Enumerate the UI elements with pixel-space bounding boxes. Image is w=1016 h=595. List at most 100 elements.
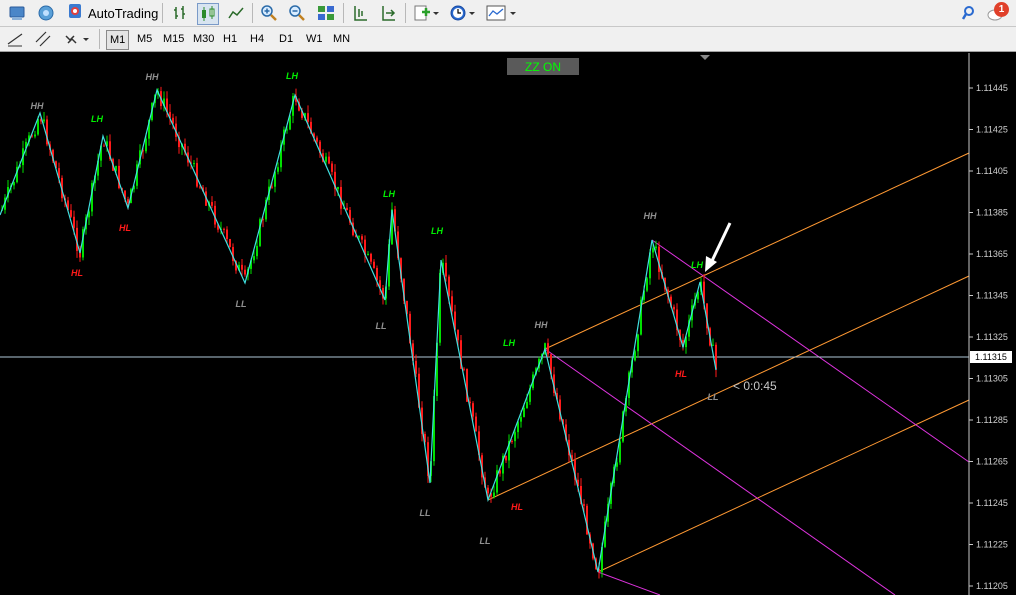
candle-body bbox=[526, 401, 528, 408]
candle-body bbox=[646, 278, 648, 291]
zoom-in-icon[interactable] bbox=[259, 3, 279, 23]
timeframe-m15[interactable]: M15 bbox=[160, 30, 187, 48]
swing-label-ll: LL bbox=[708, 392, 719, 402]
price-chart[interactable]: HH HL LH HL HH LL LH LL LH LH LL LL HL LH HH HH LH HL LL < … bbox=[0, 53, 1016, 595]
annotation-arrow-head bbox=[705, 256, 717, 272]
line-tool-icon[interactable] bbox=[5, 29, 25, 49]
swing-label-ll: LL bbox=[376, 321, 387, 331]
channel-line bbox=[597, 571, 661, 595]
candle-body bbox=[712, 344, 714, 346]
swing-label-ll: LL bbox=[480, 536, 491, 546]
candle-body bbox=[256, 245, 258, 257]
price-tick-label: 1.11385 bbox=[976, 208, 1008, 218]
timeframe-w1[interactable]: W1 bbox=[303, 30, 326, 48]
candlestick-icon[interactable] bbox=[197, 3, 219, 25]
zz-toggle-button[interactable]: ZZ ON bbox=[507, 58, 579, 75]
candle-body bbox=[328, 156, 330, 164]
autoscroll-icon[interactable] bbox=[378, 3, 398, 23]
candle-body bbox=[226, 229, 228, 240]
timeframe-h1[interactable]: H1 bbox=[220, 30, 240, 48]
candle-body bbox=[451, 296, 453, 312]
clock-icon[interactable] bbox=[448, 3, 478, 23]
templates-icon[interactable] bbox=[485, 3, 519, 23]
price-tick-label: 1.11305 bbox=[976, 374, 1008, 384]
profiles-icon[interactable] bbox=[7, 3, 27, 23]
timeframe-toolbar: M1 M5 M15 M30 H1 H4 D1 W1 MN bbox=[0, 27, 1016, 52]
candle-body bbox=[514, 432, 516, 442]
channel-tool-icon[interactable] bbox=[33, 29, 53, 49]
price-tick-label: 1.11205 bbox=[976, 581, 1008, 591]
swing-label-hl: HL bbox=[119, 223, 131, 233]
swing-label-lh: LH bbox=[383, 189, 395, 199]
candle-body bbox=[673, 306, 675, 310]
search-icon[interactable] bbox=[960, 3, 980, 23]
candle-body bbox=[493, 492, 495, 497]
chart-shift-marker bbox=[700, 55, 710, 60]
candle-body bbox=[43, 119, 45, 122]
swing-label-hh: HH bbox=[146, 72, 159, 82]
candle-body bbox=[211, 202, 213, 206]
price-tick-label: 1.11425 bbox=[976, 125, 1008, 135]
swing-label-ll: LL bbox=[420, 508, 431, 518]
swing-label-lh: LH bbox=[431, 226, 443, 236]
candle-body bbox=[145, 138, 147, 152]
candle-body bbox=[244, 269, 246, 275]
candle-body bbox=[307, 113, 309, 122]
candle-body bbox=[193, 163, 195, 165]
candle-body bbox=[547, 343, 549, 355]
candle-body bbox=[523, 407, 525, 418]
annotation-arrow bbox=[709, 222, 732, 264]
candle-body bbox=[505, 455, 507, 461]
candlesticks bbox=[1, 86, 717, 579]
candle-body bbox=[70, 210, 72, 217]
candle-body bbox=[346, 207, 348, 211]
channel-line bbox=[544, 152, 970, 350]
candle-body bbox=[520, 417, 522, 422]
candle-body bbox=[367, 253, 369, 256]
candle-body bbox=[370, 253, 372, 262]
timeframe-m5[interactable]: M5 bbox=[134, 30, 155, 48]
candle-body bbox=[277, 167, 279, 172]
arrows-icon[interactable] bbox=[62, 29, 92, 49]
notification-badge[interactable]: 1 bbox=[994, 2, 1009, 17]
autotrading-label: AutoTrading bbox=[88, 5, 159, 21]
candle-body bbox=[337, 186, 339, 190]
candle-body bbox=[583, 504, 585, 506]
zoom-out-icon[interactable] bbox=[287, 3, 307, 23]
timeframe-mn[interactable]: MN bbox=[330, 30, 353, 48]
candle-body bbox=[472, 403, 474, 417]
price-tick-label: 1.11225 bbox=[976, 540, 1008, 550]
timeframe-m30[interactable]: M30 bbox=[190, 30, 217, 48]
signal-icon[interactable] bbox=[36, 3, 56, 23]
candle-body bbox=[655, 246, 657, 249]
swing-label-hh: HH bbox=[535, 320, 548, 330]
current-price-label: 1.11315 bbox=[975, 352, 1007, 362]
candle-body bbox=[373, 261, 375, 268]
candle-body bbox=[475, 416, 477, 432]
channel-line bbox=[544, 348, 896, 595]
candle-body bbox=[448, 276, 450, 297]
price-tick-label: 1.11365 bbox=[976, 249, 1008, 259]
swing-label-lh: LH bbox=[691, 260, 703, 270]
candle-body bbox=[253, 256, 255, 261]
timeframe-m1[interactable]: M1 bbox=[106, 30, 130, 50]
candle-body bbox=[361, 236, 363, 240]
swing-label-hl: HL bbox=[71, 268, 83, 278]
autotrading-button[interactable]: AutoTrading bbox=[62, 2, 162, 24]
price-tick-label: 1.11445 bbox=[976, 83, 1008, 93]
swing-label-ll: LL bbox=[236, 299, 247, 309]
swing-label-hl: HL bbox=[511, 502, 523, 512]
candle-body bbox=[223, 228, 225, 230]
tile-windows-icon[interactable] bbox=[316, 3, 336, 23]
candle-body bbox=[487, 487, 489, 494]
candle-body bbox=[445, 262, 447, 277]
new-order-icon[interactable] bbox=[412, 3, 442, 23]
swing-label-lh: LH bbox=[503, 338, 515, 348]
timeframe-h4[interactable]: H4 bbox=[247, 30, 267, 48]
chart-shift-icon[interactable] bbox=[350, 3, 370, 23]
candle-body bbox=[73, 216, 75, 228]
price-tick-label: 1.11265 bbox=[976, 457, 1008, 467]
line-chart-icon[interactable] bbox=[226, 3, 246, 23]
timeframe-d1[interactable]: D1 bbox=[276, 30, 296, 48]
bar-chart-icon[interactable] bbox=[170, 3, 190, 23]
